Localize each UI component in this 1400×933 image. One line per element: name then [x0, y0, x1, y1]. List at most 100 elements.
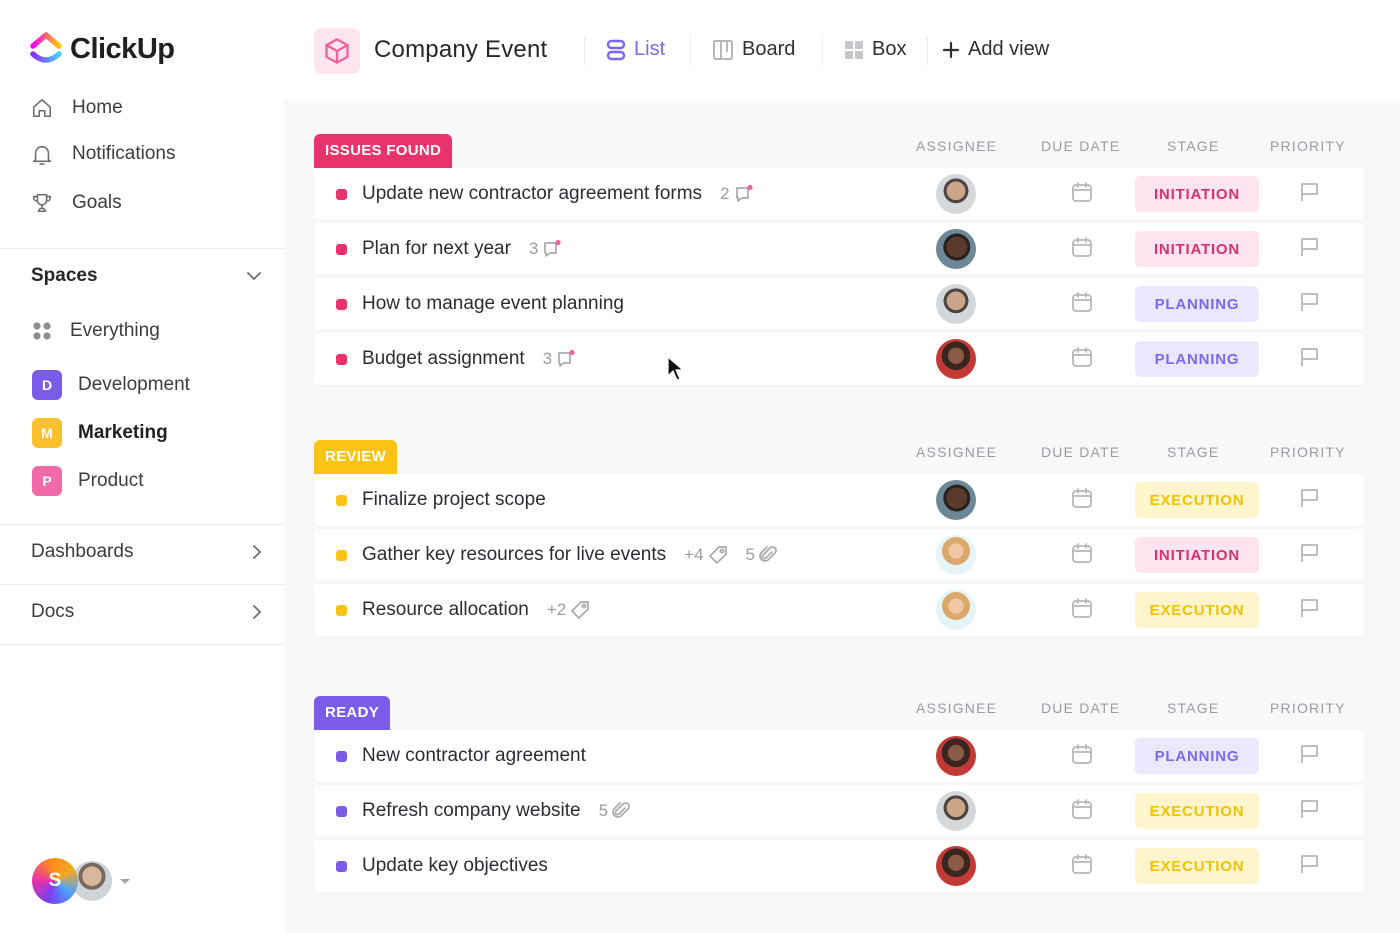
task-row[interactable]: Gather key resources for live events +4 5 I…: [314, 529, 1364, 581]
calendar-icon[interactable]: [1071, 542, 1093, 569]
assignee-avatar[interactable]: [936, 791, 976, 831]
assignee-avatar[interactable]: [936, 736, 976, 776]
task-title[interactable]: Update new contractor agreement forms: [362, 183, 702, 205]
column-header-stage[interactable]: STAGE: [1167, 138, 1219, 154]
add-view-button[interactable]: Add view: [942, 38, 1049, 61]
tab-list[interactable]: List: [606, 38, 665, 61]
sidebar-item-everything[interactable]: Everything: [32, 320, 160, 342]
assignee-avatar[interactable]: [936, 284, 976, 324]
tab-box[interactable]: Box: [844, 38, 906, 61]
tags-count[interactable]: +2: [547, 600, 590, 620]
status-dot[interactable]: [336, 494, 347, 506]
sidebar-item-product[interactable]: P Product: [32, 466, 143, 496]
sidebar-item-development[interactable]: D Development: [32, 370, 190, 400]
column-header-assignee[interactable]: ASSIGNEE: [916, 444, 997, 460]
stage-badge[interactable]: EXECUTION: [1135, 848, 1259, 884]
assignee-avatar[interactable]: [936, 480, 976, 520]
column-header-priority[interactable]: PRIORITY: [1270, 700, 1346, 716]
nav-goals[interactable]: Goals: [30, 191, 122, 215]
task-title[interactable]: Budget assignment: [362, 348, 525, 370]
priority-flag-icon[interactable]: [1298, 743, 1320, 770]
task-row[interactable]: Budget assignment 3 PLANNING: [314, 333, 1364, 385]
caret-down-icon[interactable]: [120, 878, 130, 884]
stage-badge[interactable]: PLANNING: [1135, 738, 1259, 774]
workspace-avatar[interactable]: S: [32, 858, 78, 904]
task-title[interactable]: Resource allocation: [362, 599, 529, 621]
sidebar-item-dashboards[interactable]: Dashboards: [31, 541, 263, 563]
priority-flag-icon[interactable]: [1298, 798, 1320, 825]
task-title[interactable]: Plan for next year: [362, 238, 511, 260]
task-row[interactable]: How to manage event planning PLANNING: [314, 278, 1364, 330]
task-row[interactable]: New contractor agreement PLANNING: [314, 730, 1364, 782]
task-row[interactable]: Refresh company website 5 EXECUTION: [314, 785, 1364, 837]
sidebar-item-docs[interactable]: Docs: [31, 601, 263, 623]
nav-home[interactable]: Home: [30, 96, 123, 120]
column-header-priority[interactable]: PRIORITY: [1270, 138, 1346, 154]
stage-badge[interactable]: INITIATION: [1135, 231, 1259, 267]
task-row[interactable]: Update new contractor agreement forms 2 IN…: [314, 168, 1364, 220]
status-dot[interactable]: [336, 549, 347, 561]
status-dot[interactable]: [336, 353, 347, 365]
calendar-icon[interactable]: [1071, 346, 1093, 373]
priority-flag-icon[interactable]: [1298, 346, 1320, 373]
column-header-due-date[interactable]: DUE DATE: [1041, 444, 1120, 460]
column-header-assignee[interactable]: ASSIGNEE: [916, 138, 997, 154]
calendar-icon[interactable]: [1071, 853, 1093, 880]
status-dot[interactable]: [336, 750, 347, 762]
task-row[interactable]: Update key objectives EXECUTION: [314, 840, 1364, 892]
task-title[interactable]: New contractor agreement: [362, 745, 586, 767]
assignee-avatar[interactable]: [936, 339, 976, 379]
assignee-avatar[interactable]: [936, 846, 976, 886]
column-header-stage[interactable]: STAGE: [1167, 700, 1219, 716]
nav-notifications[interactable]: Notifications: [30, 142, 176, 166]
column-header-priority[interactable]: PRIORITY: [1270, 444, 1346, 460]
task-title[interactable]: Finalize project scope: [362, 489, 546, 511]
priority-flag-icon[interactable]: [1298, 542, 1320, 569]
comments-count[interactable]: 3: [529, 239, 562, 259]
task-row[interactable]: Resource allocation +2 EXECUTION: [314, 584, 1364, 636]
spaces-header[interactable]: Spaces: [31, 265, 263, 287]
clickup-logo[interactable]: ClickUp: [30, 32, 175, 66]
column-header-due-date[interactable]: DUE DATE: [1041, 138, 1120, 154]
assignee-avatar[interactable]: [936, 590, 976, 630]
assignee-avatar[interactable]: [936, 229, 976, 269]
task-title[interactable]: Update key objectives: [362, 855, 548, 877]
status-dot[interactable]: [336, 604, 347, 616]
assignee-avatar[interactable]: [936, 535, 976, 575]
user-menu[interactable]: S: [32, 858, 130, 904]
status-dot[interactable]: [336, 243, 347, 255]
stage-badge[interactable]: INITIATION: [1135, 537, 1259, 573]
column-header-assignee[interactable]: ASSIGNEE: [916, 700, 997, 716]
column-header-stage[interactable]: STAGE: [1167, 444, 1219, 460]
stage-badge[interactable]: INITIATION: [1135, 176, 1259, 212]
status-dot[interactable]: [336, 188, 347, 200]
calendar-icon[interactable]: [1071, 291, 1093, 318]
priority-flag-icon[interactable]: [1298, 181, 1320, 208]
calendar-icon[interactable]: [1071, 236, 1093, 263]
column-header-due-date[interactable]: DUE DATE: [1041, 700, 1120, 716]
stage-badge[interactable]: EXECUTION: [1135, 592, 1259, 628]
calendar-icon[interactable]: [1071, 597, 1093, 624]
sidebar-item-marketing[interactable]: M Marketing: [32, 418, 168, 448]
status-dot[interactable]: [336, 860, 347, 872]
attachments-count[interactable]: 5: [599, 801, 630, 821]
priority-flag-icon[interactable]: [1298, 853, 1320, 880]
calendar-icon[interactable]: [1071, 743, 1093, 770]
stage-badge[interactable]: EXECUTION: [1135, 482, 1259, 518]
tab-board[interactable]: Board: [712, 38, 795, 61]
priority-flag-icon[interactable]: [1298, 487, 1320, 514]
comments-count[interactable]: 2: [720, 184, 753, 204]
calendar-icon[interactable]: [1071, 181, 1093, 208]
stage-badge[interactable]: EXECUTION: [1135, 793, 1259, 829]
status-dot[interactable]: [336, 805, 347, 817]
status-dot[interactable]: [336, 298, 347, 310]
priority-flag-icon[interactable]: [1298, 236, 1320, 263]
task-title[interactable]: Gather key resources for live events: [362, 544, 666, 566]
attachments-count[interactable]: 5: [746, 545, 777, 565]
task-title[interactable]: How to manage event planning: [362, 293, 624, 315]
task-row[interactable]: Finalize project scope EXECUTION: [314, 474, 1364, 526]
priority-flag-icon[interactable]: [1298, 597, 1320, 624]
comments-count[interactable]: 3: [543, 349, 576, 369]
tags-count[interactable]: +4: [684, 545, 727, 565]
task-title[interactable]: Refresh company website: [362, 800, 581, 822]
